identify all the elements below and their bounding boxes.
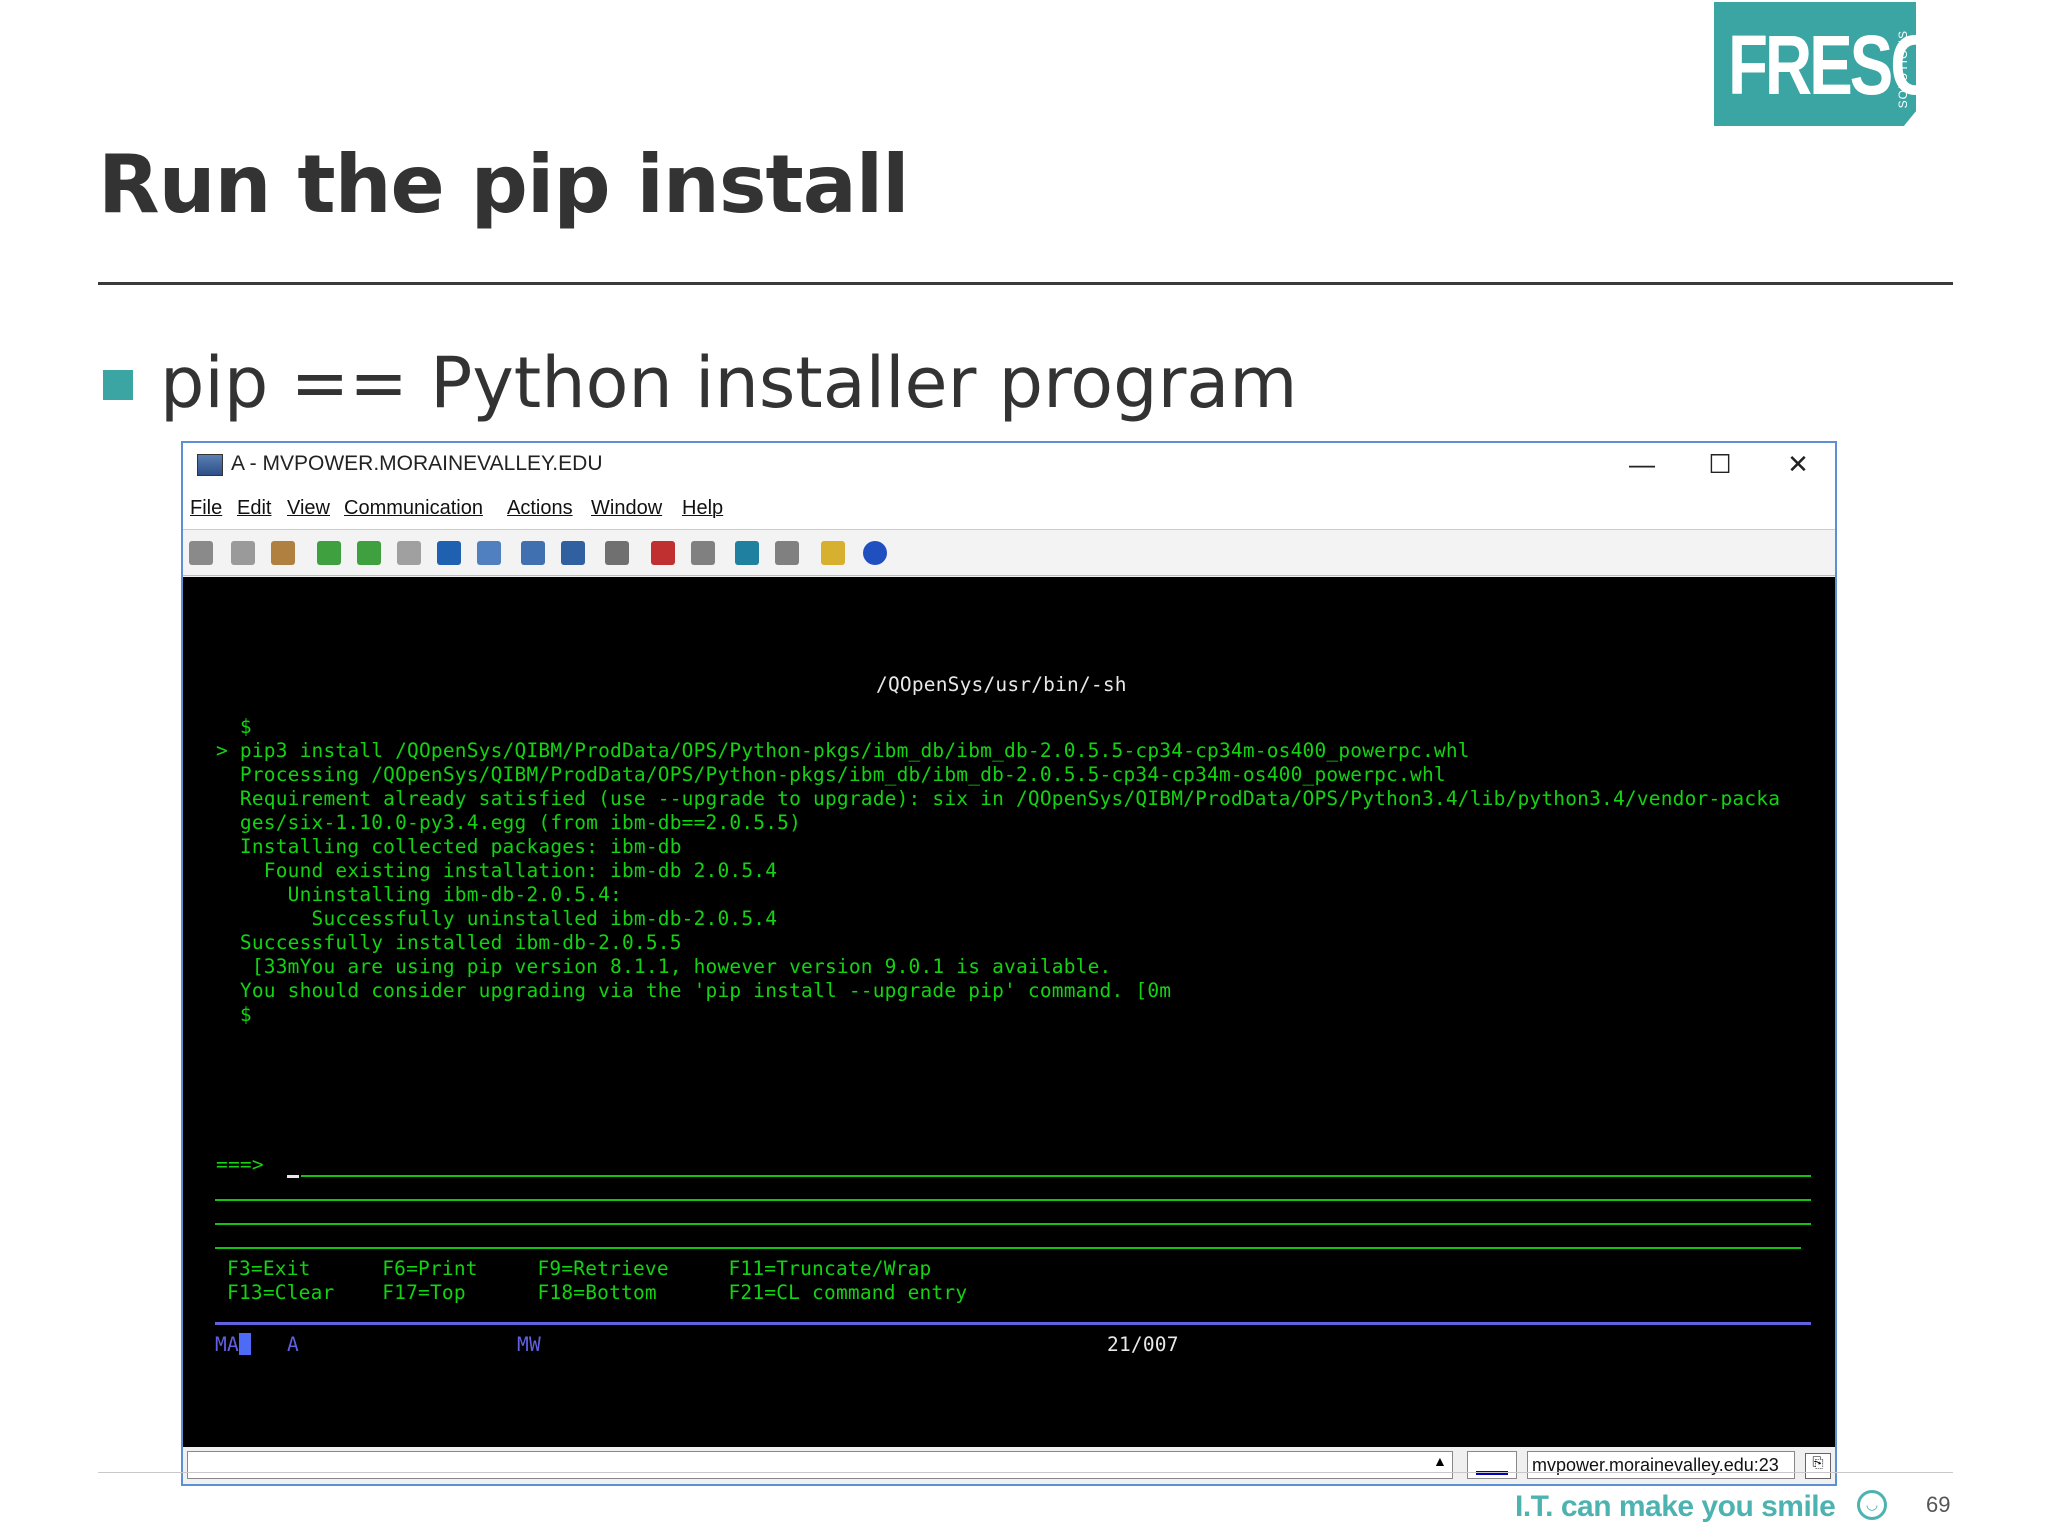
window-titlebar[interactable]: A - MVPOWER.MORAINEVALLEY.EDU — ☐ ✕ <box>183 443 1835 485</box>
terminal-line: You should consider upgrading via the 'p… <box>216 979 1172 1002</box>
command-input-line[interactable] <box>215 1199 1811 1201</box>
slide-title: Run the pip install <box>98 138 910 231</box>
menubar: File Edit View Communication Actions Win… <box>183 485 1835 530</box>
display-icon[interactable] <box>521 541 545 565</box>
text-cursor <box>287 1175 299 1178</box>
print-icon[interactable] <box>397 541 421 565</box>
record-icon[interactable] <box>651 541 675 565</box>
host-address: mvpower.morainevalley.edu:23 <box>1527 1451 1795 1479</box>
bullet-text: pip == Python installer program <box>160 342 1298 424</box>
receive-file-icon[interactable] <box>357 541 381 565</box>
terminal-line: ges/six-1.10.0-py3.4.egg (from ibm-db==2… <box>216 811 802 834</box>
status-message-field[interactable] <box>187 1451 1453 1479</box>
command-prompt: ===> <box>216 1153 264 1176</box>
menu-view[interactable]: View <box>287 497 330 520</box>
bullet-square-icon <box>103 370 133 400</box>
status-bar: ▲ mvpower.morainevalley.edu:23 ⎘ <box>183 1447 1835 1484</box>
footer-divider <box>98 1472 1953 1473</box>
tagline: I.T. can make you smile <box>1515 1490 1836 1523</box>
close-button[interactable]: ✕ <box>1759 443 1837 485</box>
monitor-icon[interactable] <box>197 454 223 476</box>
status-ma: MA <box>215 1333 239 1356</box>
terminal-screen[interactable]: /QOpenSys/usr/bin/-sh $ > pip3 install /… <box>183 577 1835 1447</box>
menu-help[interactable]: Help <box>682 497 723 520</box>
tools-icon[interactable] <box>605 541 629 565</box>
window-title: A - MVPOWER.MORAINEVALLEY.EDU <box>231 452 603 475</box>
terminal-line: Installing collected packages: ibm-db <box>216 835 682 858</box>
keypad-icon[interactable] <box>477 541 501 565</box>
page-number: 69 <box>1926 1492 1951 1517</box>
title-divider <box>98 282 1953 285</box>
pause-icon[interactable] <box>775 541 799 565</box>
function-keys-row-2: F13=Clear F17=Top F18=Bottom F21=CL comm… <box>227 1281 968 1304</box>
command-input-line[interactable] <box>301 1175 1811 1177</box>
paste-icon[interactable] <box>271 541 295 565</box>
terminal-line: [33mYou are using pip version 8.1.1, how… <box>216 955 1112 978</box>
terminal-line: Requirement already satisfied (use --upg… <box>216 787 1781 810</box>
terminal-line: $ <box>216 715 252 738</box>
command-input-line[interactable] <box>215 1223 1811 1225</box>
notes-icon[interactable] <box>821 541 845 565</box>
terminal-line: $ <box>216 1003 252 1026</box>
logo-sub: SOLUTIONS <box>1896 30 1910 109</box>
status-block <box>239 1333 251 1355</box>
terminal-line: Found existing installation: ibm-db 2.0.… <box>216 859 778 882</box>
toolbar <box>183 530 1835 576</box>
grid-icon[interactable] <box>561 541 585 565</box>
terminal-line: Successfully uninstalled ibm-db-2.0.5.4 <box>216 907 778 930</box>
minimize-button[interactable]: — <box>1603 443 1681 485</box>
copy-screen-icon[interactable] <box>189 541 213 565</box>
terminal-header: /QOpenSys/usr/bin/-sh <box>876 673 1127 696</box>
menu-window[interactable]: Window <box>591 497 662 520</box>
emulator-window: A - MVPOWER.MORAINEVALLEY.EDU — ☐ ✕ File… <box>181 441 1837 1486</box>
send-file-icon[interactable] <box>317 541 341 565</box>
status-mw: MW <box>517 1333 541 1356</box>
help-icon[interactable] <box>863 541 887 565</box>
macro-icon[interactable] <box>437 541 461 565</box>
session-icon[interactable]: ⎘ <box>1805 1453 1831 1479</box>
menu-edit[interactable]: Edit <box>237 497 271 520</box>
command-input-line[interactable] <box>215 1247 1801 1249</box>
scroll-up-icon[interactable]: ▲ <box>1433 1453 1447 1469</box>
menu-file[interactable]: File <box>190 497 222 520</box>
terminal-line: Successfully installed ibm-db-2.0.5.5 <box>216 931 682 954</box>
maximize-button[interactable]: ☐ <box>1681 443 1759 485</box>
logo-word: FRESCHE <box>1728 18 2020 112</box>
menu-communication[interactable]: Communication <box>344 497 483 520</box>
smile-icon: ◡ <box>1857 1490 1887 1520</box>
stop-icon[interactable] <box>691 541 715 565</box>
cursor-position: 21/007 <box>1107 1333 1179 1356</box>
terminal-line: Uninstalling ibm-db-2.0.5.4: <box>216 883 622 906</box>
copy-icon[interactable] <box>231 541 255 565</box>
connection-status <box>1467 1451 1517 1479</box>
fresche-logo: FRESCHE SOLUTIONS <box>1714 2 1916 126</box>
play-icon[interactable] <box>735 541 759 565</box>
terminal-line: > pip3 install /QOpenSys/QIBM/ProdData/O… <box>216 739 1470 762</box>
menu-actions[interactable]: Actions <box>507 497 573 520</box>
function-keys-row-1: F3=Exit F6=Print F9=Retrieve F11=Truncat… <box>227 1257 932 1280</box>
terminal-line: Processing /QOpenSys/QIBM/ProdData/OPS/P… <box>216 763 1446 786</box>
status-a: A <box>287 1333 299 1356</box>
status-divider <box>215 1322 1811 1325</box>
